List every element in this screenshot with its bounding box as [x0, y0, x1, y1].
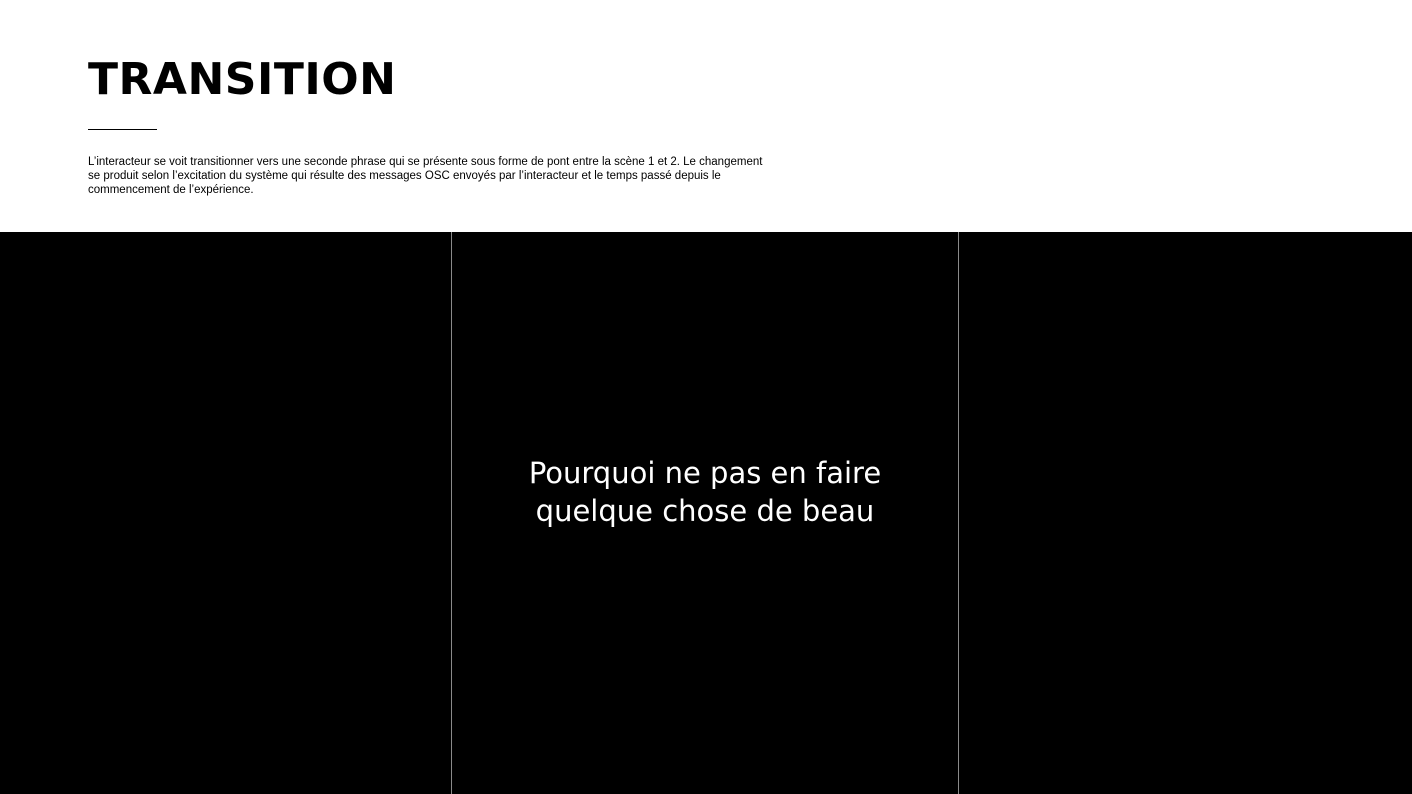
description-line: commencement de l’expérience.: [88, 184, 254, 196]
description-line: se produit selon l’excitation du système…: [88, 170, 721, 182]
stage-preview: Pourquoi ne pas en faire quelque chose d…: [0, 232, 1412, 794]
transition-phrase: Pourquoi ne pas en faire quelque chose d…: [495, 454, 915, 530]
title-underline: [88, 129, 157, 130]
stage-panel-center: Pourquoi ne pas en faire quelque chose d…: [452, 232, 958, 794]
description-line: L’interacteur se voit transitionner vers…: [88, 156, 763, 168]
slide-description: L’interacteur se voit transitionner vers…: [88, 155, 788, 197]
slide-title: TRANSITION: [88, 54, 397, 105]
phrase-line: quelque chose de beau: [535, 494, 875, 528]
stage-panel-left: [0, 232, 451, 794]
stage-panel-right: [959, 232, 1412, 794]
slide: TRANSITION L’interacteur se voit transit…: [0, 0, 1412, 794]
phrase-line: Pourquoi ne pas en faire: [528, 456, 882, 490]
